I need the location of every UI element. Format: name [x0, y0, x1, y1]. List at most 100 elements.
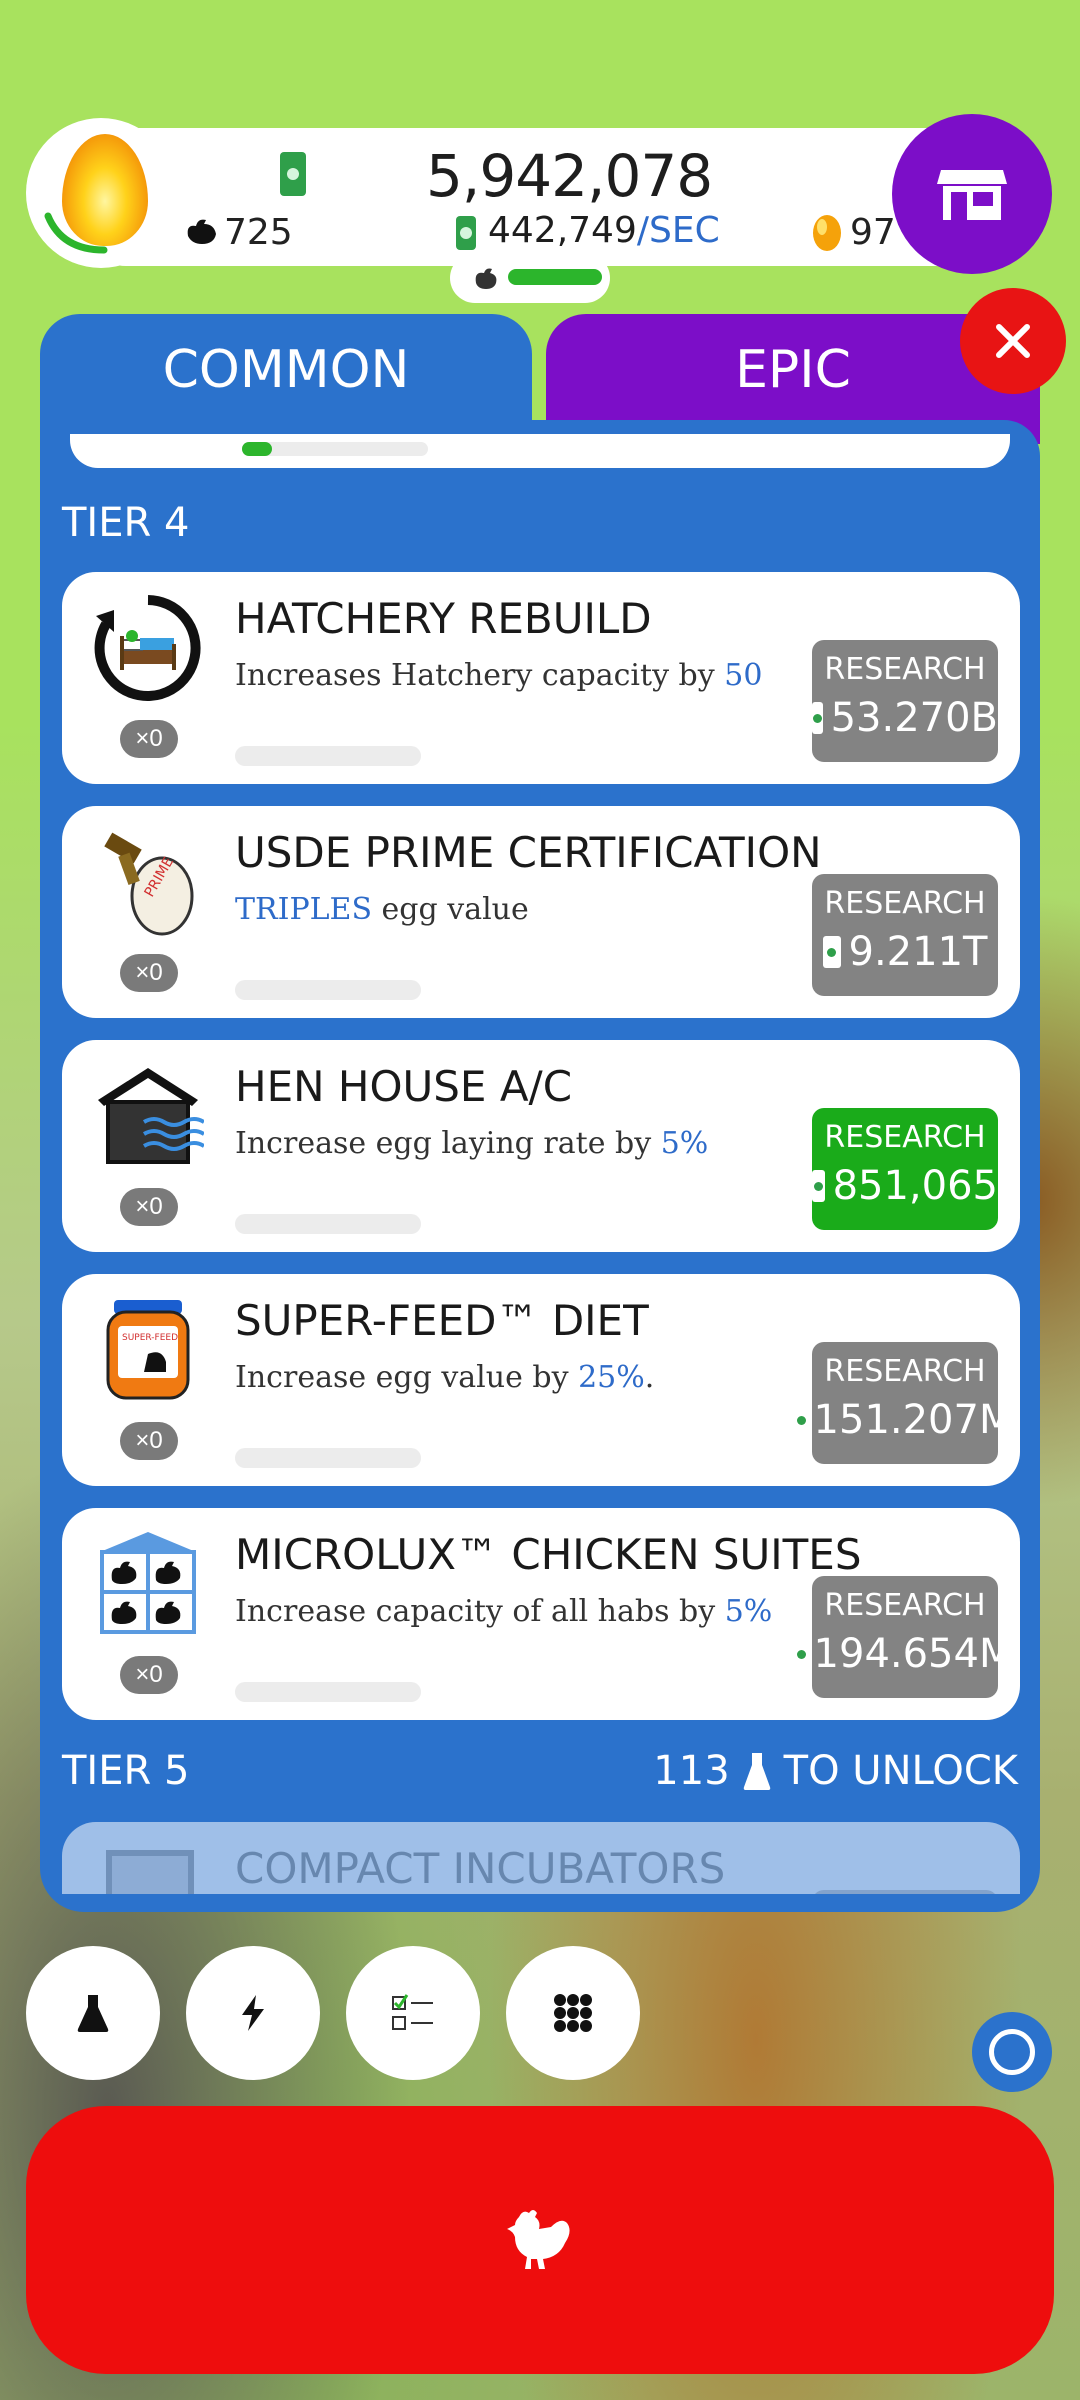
hen-house-ac-icon	[92, 1060, 204, 1172]
chicken-suites-icon	[92, 1528, 204, 1640]
hatchery-rebuild-icon	[92, 592, 204, 704]
research-button-label: RESEARCH	[824, 1588, 986, 1623]
cash-icon	[796, 1404, 806, 1436]
tier-5-unlock: 113 TO UNLOCK	[653, 1748, 1018, 1794]
golden-egg-count: 97	[850, 212, 896, 253]
cash-icon	[796, 1638, 806, 1670]
close-button[interactable]	[960, 288, 1066, 394]
research-button-label: RESEARCH	[824, 652, 986, 687]
menu-grid-button[interactable]	[506, 1946, 640, 2080]
research-cost: 151.207M	[796, 1397, 1013, 1443]
golden-egg-small-icon	[813, 215, 841, 251]
research-item-compact-incubators: COMPACT INCUBATORS	[62, 1822, 1020, 1894]
cash-icon	[812, 702, 823, 734]
research-button-label: RESEARCH	[824, 1120, 986, 1155]
close-icon	[996, 324, 1030, 358]
tier-5-unlock-text: TO UNLOCK	[783, 1748, 1018, 1794]
cash-rate-icon	[456, 216, 476, 250]
egg-progress-arc	[44, 212, 108, 254]
research-progress-bar	[235, 1682, 421, 1702]
research-button-label: RESEARCH	[824, 1354, 986, 1389]
research-cost: 851,065	[812, 1163, 998, 1209]
desc-highlight: TRIPLES	[235, 892, 373, 927]
money-rate: 442,749/SEC	[488, 210, 720, 251]
research-description: TRIPLES egg value	[235, 892, 529, 927]
current-egg-button[interactable]	[26, 118, 176, 268]
missions-button[interactable]	[346, 1946, 480, 2080]
tier-5-label: TIER 5	[62, 1748, 190, 1794]
hatch-chicken-button[interactable]	[26, 2106, 1054, 2374]
desc-highlight: 5%	[660, 1126, 709, 1161]
money-total: 5,942,078	[426, 142, 713, 210]
research-title: USDE PRIME CERTIFICATION	[235, 828, 822, 877]
incubator-icon	[106, 1850, 194, 1894]
research-button-label: RESEARCH	[824, 886, 986, 921]
research-cost-value: 194.654M	[813, 1631, 1014, 1677]
research-progress-bar	[235, 1448, 421, 1468]
money-rate-value: 442,749	[488, 210, 637, 251]
research-level-count: ×0	[120, 954, 178, 992]
research-cost: 53.270B	[812, 695, 998, 741]
grid-icon	[554, 1994, 592, 2032]
desc-text: Increases Hatchery capacity by	[235, 658, 725, 693]
research-level-count: ×0	[120, 1422, 178, 1460]
research-button[interactable]: RESEARCH 194.654M	[796, 1576, 1013, 1698]
research-button[interactable]: RESEARCH 53.270B	[812, 640, 998, 762]
checklist-icon	[392, 1994, 433, 2030]
research-cost-value: 9.211T	[848, 929, 988, 975]
cash-icon	[822, 936, 841, 968]
research-item-microlux-suites: ×0 MICROLUX™ CHICKEN SUITES Increase cap…	[62, 1508, 1020, 1720]
research-cost-value: 851,065	[832, 1163, 998, 1209]
research-level-count: ×0	[120, 1188, 178, 1226]
research-menu-button[interactable]	[26, 1946, 160, 2080]
research-button[interactable]: RESEARCH 851,065	[812, 1108, 998, 1230]
research-description: Increase egg laying rate by 5%	[235, 1126, 708, 1161]
research-description: Increase capacity of all habs by 5%	[235, 1594, 772, 1629]
research-cost-value: 151.207M	[813, 1397, 1014, 1443]
lightning-icon	[242, 1995, 264, 2031]
research-progress-bar	[235, 1214, 421, 1234]
research-button[interactable]: RESEARCH 9.211T	[812, 874, 998, 996]
research-title: HATCHERY REBUILD	[235, 594, 652, 643]
research-item-hen-house-ac: ×0 HEN HOUSE A/C Increase egg laying rat…	[62, 1040, 1020, 1252]
desc-text-end: egg value	[372, 892, 529, 927]
top-status-bar: 5,942,078 725 442,749/SEC 97	[26, 114, 1052, 303]
money-rate-unit: /SEC	[636, 210, 720, 251]
shop-icon	[937, 170, 1007, 220]
desc-highlight: 5%	[724, 1594, 773, 1629]
research-progress-bar	[235, 980, 421, 1000]
research-level-count: ×0	[120, 720, 178, 758]
desc-text: Increase egg laying rate by	[235, 1126, 661, 1161]
list-item-partial	[70, 434, 1010, 468]
desc-highlight: 50	[724, 658, 763, 693]
tier-4-label: TIER 4	[62, 500, 190, 546]
chicken-icon	[507, 2210, 570, 2269]
tier-5-unlock-count: 113	[653, 1748, 730, 1794]
research-item-usde-prime: PRIME ×0 USDE PRIME CERTIFICATION TRIPLE…	[62, 806, 1020, 1018]
desc-text: Increase capacity of all habs by	[235, 1594, 725, 1629]
research-button-locked	[812, 1890, 998, 1894]
research-list[interactable]: TIER 4 ×0 HATCHERY REBUILD Increases Hat…	[40, 434, 1040, 1894]
research-title: COMPACT INCUBATORS	[235, 1844, 726, 1893]
drone-progress-fill	[508, 269, 602, 285]
research-cost: 194.654M	[796, 1631, 1013, 1677]
research-level-count: ×0	[120, 1656, 178, 1694]
research-cost: 9.211T	[812, 929, 998, 975]
chicken-count: 725	[224, 212, 293, 253]
desc-text: Increase egg value by	[235, 1360, 579, 1395]
view-toggle-button[interactable]	[972, 2012, 1052, 2092]
boosts-button[interactable]	[186, 1946, 320, 2080]
chicken-icon	[187, 219, 216, 244]
flask-icon	[743, 1753, 770, 1790]
research-description: Increase egg value by 25%.	[235, 1360, 654, 1395]
research-button[interactable]: RESEARCH 151.207M	[796, 1342, 1013, 1464]
research-title: MICROLUX™ CHICKEN SUITES	[235, 1530, 862, 1579]
research-description: Increases Hatchery capacity by 50	[235, 658, 762, 693]
cash-icon	[812, 1170, 825, 1202]
shop-button[interactable]	[892, 114, 1052, 274]
desc-highlight: 25%	[578, 1360, 645, 1395]
chick-icon	[475, 268, 497, 289]
research-panel: TIER 4 ×0 HATCHERY REBUILD Increases Hat…	[40, 420, 1040, 1912]
research-title: HEN HOUSE A/C	[235, 1062, 573, 1111]
prime-stamp-egg-icon: PRIME	[92, 826, 204, 938]
